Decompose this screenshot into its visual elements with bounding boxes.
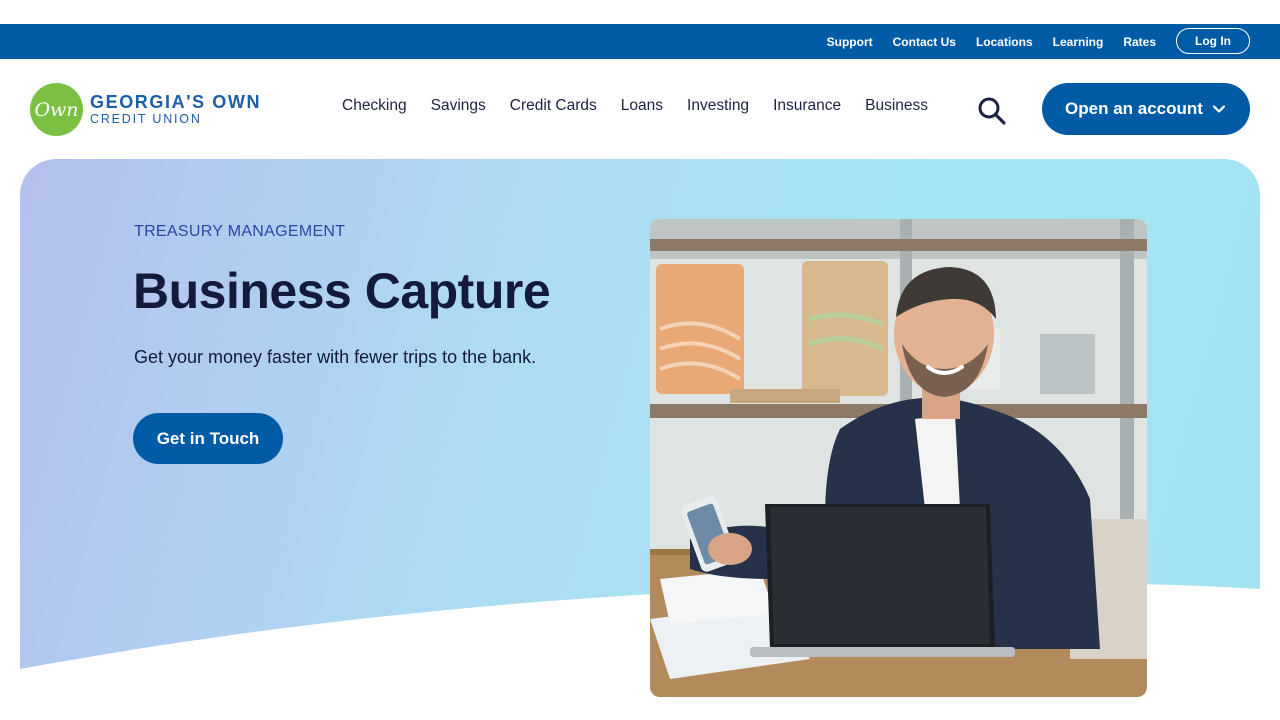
search-icon[interactable] [976, 95, 1008, 127]
logo-text: GEORGIA'S OWN CREDIT UNION [90, 92, 262, 127]
hero-subtitle: Get your money faster with fewer trips t… [134, 347, 537, 367]
utility-bar: Support Contact Us Locations Learning Ra… [0, 24, 1280, 59]
logo-subtitle: CREDIT UNION [90, 112, 202, 126]
hero-photo [650, 219, 1147, 697]
login-button[interactable]: Log In [1176, 28, 1250, 54]
nav-item-investing[interactable]: Investing [687, 97, 749, 115]
open-account-label: Open an account [1065, 99, 1203, 118]
nav-item-savings[interactable]: Savings [431, 97, 486, 115]
hero-eyebrow: TREASURY MANAGEMENT [134, 223, 346, 240]
nav-item-loans[interactable]: Loans [621, 97, 663, 115]
utility-link-contact-us[interactable]: Contact Us [893, 35, 956, 49]
utility-link-support[interactable]: Support [827, 35, 873, 49]
nav-item-checking[interactable]: Checking [342, 97, 407, 115]
nav-item-insurance[interactable]: Insurance [773, 97, 841, 115]
site-header: Own GEORGIA'S OWN CREDIT UNION Checking … [0, 59, 1280, 159]
logo[interactable]: Own GEORGIA'S OWN CREDIT UNION [30, 83, 261, 136]
logo-mark: Own [30, 83, 83, 136]
utility-link-locations[interactable]: Locations [976, 35, 1033, 49]
open-account-button[interactable]: Open an account [1042, 83, 1250, 135]
utility-links: Support Contact Us Locations Learning Ra… [827, 24, 1156, 59]
utility-link-rates[interactable]: Rates [1123, 35, 1156, 49]
logo-name: GEORGIA'S OWN [90, 92, 262, 112]
main-nav: Checking Savings Credit Cards Loans Inve… [342, 97, 928, 115]
nav-item-business[interactable]: Business [865, 97, 928, 115]
get-in-touch-button[interactable]: Get in Touch [133, 413, 283, 464]
page-title: Business Capture [133, 263, 551, 319]
nav-item-credit-cards[interactable]: Credit Cards [510, 97, 597, 115]
page: Support Contact Us Locations Learning Ra… [0, 0, 1280, 720]
chevron-down-icon [1212, 105, 1226, 113]
utility-link-learning[interactable]: Learning [1053, 35, 1104, 49]
